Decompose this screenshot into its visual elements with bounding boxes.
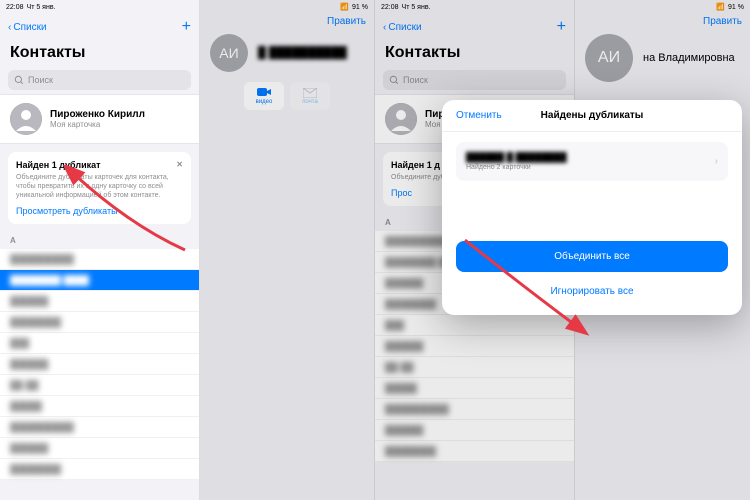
- contact-row[interactable]: ██████: [0, 438, 199, 459]
- status-bar: 22:08Чт 5 янв.: [375, 0, 574, 14]
- duplicate-count: Найдено 2 карточки: [466, 164, 567, 171]
- back-label: Списки: [13, 22, 46, 33]
- video-button[interactable]: видео: [244, 82, 284, 110]
- wifi-icon: 📶: [340, 3, 349, 11]
- avatar: АИ: [210, 34, 248, 72]
- contact-row[interactable]: ██████: [0, 291, 199, 312]
- contact-row[interactable]: █████: [375, 378, 574, 399]
- chevron-left-icon: ‹: [8, 22, 11, 33]
- contact-row[interactable]: ████████: [375, 441, 574, 462]
- ignore-all-button[interactable]: Игнорировать все: [442, 280, 742, 303]
- status-date: Чт 5 янв.: [27, 4, 56, 11]
- status-bar: 22:08Чт 5 янв.: [0, 0, 199, 14]
- contact-row[interactable]: ██-██: [375, 357, 574, 378]
- mail-icon: [303, 88, 317, 98]
- video-icon: [257, 88, 271, 98]
- nav-bar: ‹ Списки +: [0, 14, 199, 40]
- status-bar: 📶 91 %: [575, 0, 750, 14]
- page-title: Контакты: [0, 40, 199, 66]
- duplicate-title: Найден 1 дубликат: [16, 160, 101, 170]
- contact-row[interactable]: ██████████: [0, 417, 199, 438]
- contact-row[interactable]: ██████: [375, 420, 574, 441]
- avatar: АИ: [585, 34, 633, 82]
- contact-row[interactable]: ██████████: [375, 399, 574, 420]
- page-title: Контакты: [375, 40, 574, 66]
- back-button[interactable]: ‹ Списки: [8, 22, 47, 33]
- cancel-button[interactable]: Отменить: [456, 110, 502, 121]
- view-duplicates-link[interactable]: Просмотреть дубликаты: [16, 206, 183, 216]
- my-card-name: Пироженко Кирилл: [50, 109, 189, 120]
- contact-row[interactable]: ████████ ████: [0, 270, 199, 291]
- back-button[interactable]: ‹ Списки: [383, 22, 422, 33]
- contact-row[interactable]: ██████████: [0, 249, 199, 270]
- edit-button[interactable]: Править: [703, 16, 742, 27]
- close-icon[interactable]: ✕: [176, 160, 183, 170]
- duplicates-modal: Отменить Найдены дубликаты ██████ █ ████…: [442, 100, 742, 315]
- my-card-sub: Моя карточка: [50, 120, 189, 129]
- chevron-left-icon: ‹: [383, 22, 386, 33]
- edit-button[interactable]: Править: [327, 16, 366, 27]
- my-card[interactable]: Пироженко Кирилл Моя карточка: [0, 94, 199, 144]
- search-input[interactable]: Поиск: [383, 70, 566, 90]
- contact-row[interactable]: ████████: [0, 459, 199, 480]
- duplicate-desc: Объедините дубликаты карточек для контак…: [16, 173, 183, 200]
- contact-row[interactable]: ██████: [0, 354, 199, 375]
- contact-row[interactable]: ██-██: [0, 375, 199, 396]
- duplicate-item[interactable]: ██████ █ ████████ Найдено 2 карточки ›: [456, 142, 728, 181]
- status-bar: 📶 91 %: [200, 0, 374, 14]
- merge-all-button[interactable]: Объединить все: [456, 241, 728, 272]
- nav-bar: ‹ Списки +: [375, 14, 574, 40]
- contact-row[interactable]: ███: [0, 333, 199, 354]
- avatar: [10, 103, 42, 135]
- duplicate-card: Найден 1 дубликат ✕ Объедините дубликаты…: [8, 152, 191, 224]
- wifi-icon: 📶: [716, 3, 725, 11]
- contact-name: █ ██████████: [258, 47, 347, 59]
- avatar: [385, 103, 417, 135]
- chevron-right-icon: ›: [715, 156, 718, 167]
- modal-title: Найдены дубликаты: [541, 110, 644, 121]
- contact-name: на Владимировна: [643, 52, 735, 64]
- contacts-sidebar-left: 22:08Чт 5 янв. ‹ Списки + Контакты Поиск…: [0, 0, 200, 500]
- contact-row[interactable]: ██████: [375, 336, 574, 357]
- contact-row[interactable]: ███: [375, 315, 574, 336]
- search-icon: [389, 75, 399, 85]
- mail-button[interactable]: почта: [290, 82, 330, 110]
- add-button[interactable]: +: [557, 18, 566, 36]
- contact-row[interactable]: █████: [0, 396, 199, 417]
- status-time: 22:08: [6, 4, 24, 11]
- add-button[interactable]: +: [182, 18, 191, 36]
- battery: 91 %: [352, 4, 368, 11]
- contact-row[interactable]: ████████: [0, 312, 199, 333]
- contact-detail-1: 📶 91 % Править АИ █ ██████████ видео поч…: [200, 0, 375, 500]
- duplicate-name: ██████ █ ████████: [466, 152, 567, 162]
- section-header: А: [0, 232, 199, 249]
- search-placeholder: Поиск: [28, 75, 53, 85]
- search-icon: [14, 75, 24, 85]
- search-input[interactable]: Поиск: [8, 70, 191, 90]
